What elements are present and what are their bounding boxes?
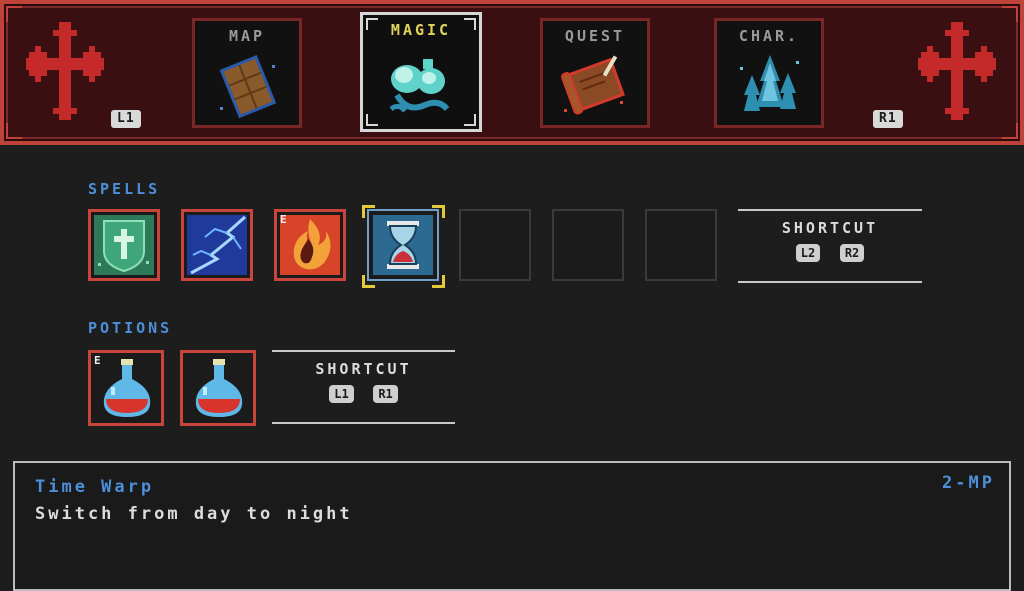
item-description: Switch from day to night [35,504,353,524]
selection-corner [432,205,445,218]
potions-shortcut: SHORTCUT L1 R1 [272,350,455,424]
potion-slot-2[interactable] [180,350,256,426]
description-panel: Time Warp 2-MP Switch from day to night [13,461,1011,591]
scroll-icon [558,51,632,125]
shortcut-key-r2: R2 [839,244,865,262]
tab-character[interactable]: CHAR. [714,18,824,128]
spell-slot-empty[interactable] [645,209,717,281]
shortcut-key-r1: R1 [373,385,398,403]
shortcut-key-l1: L1 [329,385,354,403]
left-cross-icon [26,22,104,130]
frame-corner [1002,6,1018,22]
mp-cost: 2-MP [942,473,995,493]
spell-slot-hourglass[interactable] [367,209,439,281]
tab-corner [366,18,378,30]
character-icon [732,51,806,125]
shortcut-label: SHORTCUT [315,360,412,378]
tab-map[interactable]: MAP [192,18,302,128]
tab-corner [366,114,378,126]
equipped-mark: E [280,213,287,226]
equipped-mark: E [94,354,101,367]
next-tab-hint[interactable]: R1 [873,110,903,128]
potions-section-title: POTIONS [88,319,173,337]
spells-section-title: SPELLS [88,180,161,198]
frame-corner [6,6,22,22]
spell-slot-lightning[interactable] [181,209,253,281]
tab-quest[interactable]: QUEST [540,18,650,128]
shortcut-key-l2: L2 [795,244,821,262]
magic-potions-icon [379,49,463,127]
selection-corner [362,205,375,218]
frame-corner [6,123,22,139]
map-icon [212,53,282,125]
shortcut-label: SHORTCUT [781,219,879,237]
red-potion-icon [189,357,249,425]
holy-shield-icon [94,215,154,279]
tab-label: QUEST [564,27,626,45]
item-name: Time Warp [35,477,155,497]
spell-slot-holy-shield[interactable] [88,209,160,281]
tab-corner [464,114,476,126]
spells-shortcut: SHORTCUT L2 R2 [738,209,922,283]
tab-label: MAP [228,27,266,45]
tab-corner [464,18,476,30]
spell-slot-empty[interactable] [459,209,531,281]
selection-corner [362,275,375,288]
selection-corner [432,275,445,288]
right-cross-icon [918,22,996,130]
potion-slot-1[interactable]: E [88,350,164,426]
prev-tab-hint[interactable]: L1 [111,110,141,128]
tab-label: MAGIC [390,21,452,39]
tab-magic[interactable]: MAGIC [360,12,482,132]
menu-tab-bar [0,0,1024,145]
spell-slot-fire[interactable]: E [274,209,346,281]
lightning-icon [187,215,247,279]
fire-icon [280,215,340,279]
frame-corner [1002,123,1018,139]
spell-slot-empty[interactable] [552,209,624,281]
tab-label: CHAR. [738,27,800,45]
hourglass-icon [373,215,433,279]
red-potion-icon [97,357,157,425]
